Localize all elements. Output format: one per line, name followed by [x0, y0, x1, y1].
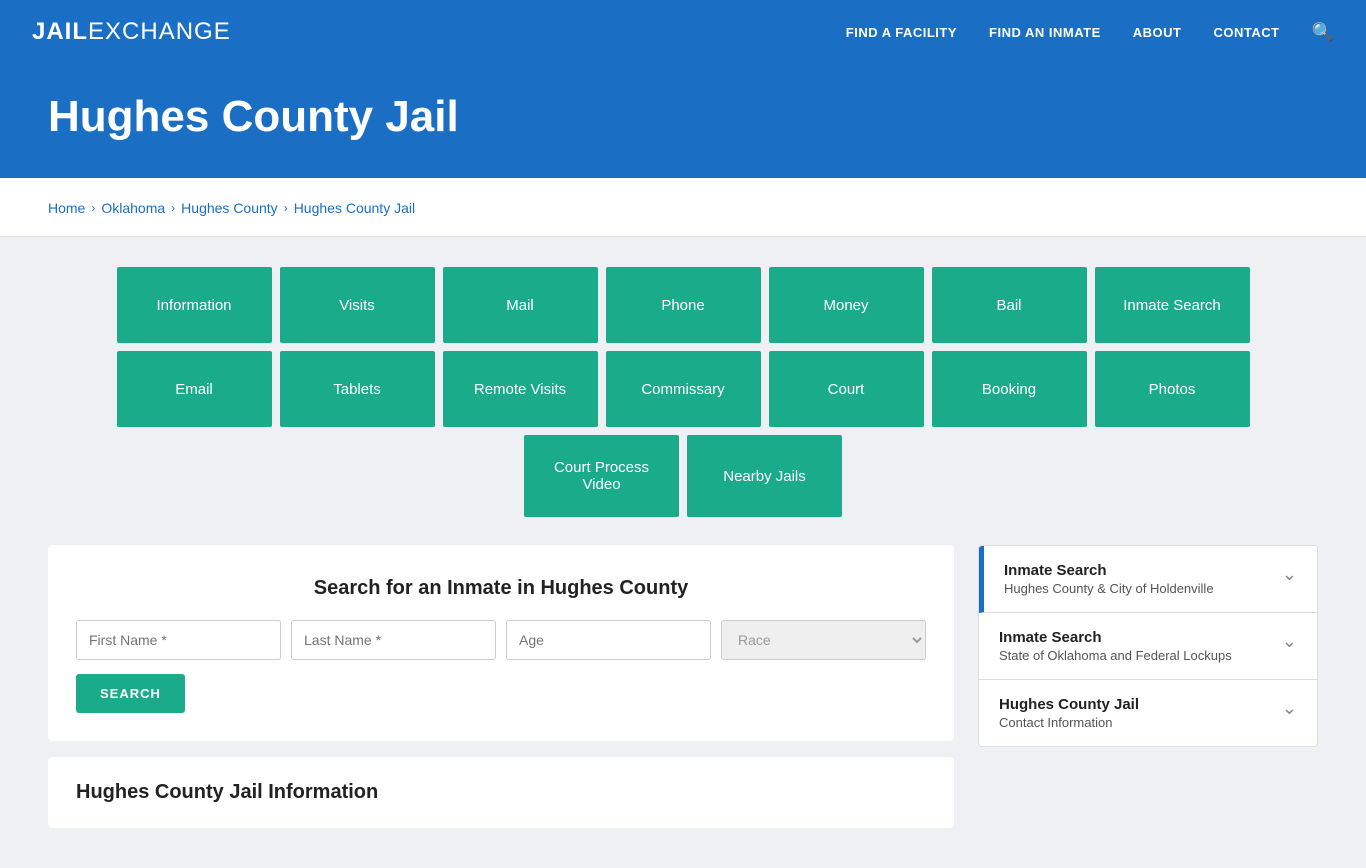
- sidebar-item-title-2: Inmate Search: [999, 629, 1232, 646]
- nav-contact[interactable]: CONTACT: [1213, 25, 1279, 40]
- race-select[interactable]: Race White Black Hispanic Asian Other: [721, 620, 926, 660]
- breadcrumb-hughes-county-jail[interactable]: Hughes County Jail: [294, 200, 415, 216]
- tile-photos[interactable]: Photos: [1095, 351, 1250, 427]
- nav-find-facility[interactable]: FIND A FACILITY: [846, 25, 957, 40]
- breadcrumb-home[interactable]: Home: [48, 200, 85, 216]
- nav-about[interactable]: ABOUT: [1133, 25, 1182, 40]
- nav-find-inmate[interactable]: FIND AN INMATE: [989, 25, 1101, 40]
- breadcrumb-sep-3: ›: [284, 201, 288, 215]
- tile-bail[interactable]: Bail: [932, 267, 1087, 343]
- tile-money[interactable]: Money: [769, 267, 924, 343]
- tile-information[interactable]: Information: [117, 267, 272, 343]
- sidebar-item-text-3: Hughes County Jail Contact Information: [999, 696, 1139, 730]
- tile-nearby-jails[interactable]: Nearby Jails: [687, 435, 842, 517]
- first-name-input[interactable]: [76, 620, 281, 660]
- breadcrumb: Home › Oklahoma › Hughes County › Hughes…: [48, 200, 1318, 216]
- site-logo[interactable]: JAIL EXCHANGE: [32, 18, 231, 46]
- tile-inmate-search[interactable]: Inmate Search: [1095, 267, 1250, 343]
- tile-tablets[interactable]: Tablets: [280, 351, 435, 427]
- sidebar-item-text-2: Inmate Search State of Oklahoma and Fede…: [999, 629, 1232, 663]
- tile-email[interactable]: Email: [117, 351, 272, 427]
- age-input[interactable]: [506, 620, 711, 660]
- tile-mail[interactable]: Mail: [443, 267, 598, 343]
- logo-jail: JAIL: [32, 18, 88, 46]
- inmate-search-title: Search for an Inmate in Hughes County: [76, 577, 926, 600]
- tile-visits[interactable]: Visits: [280, 267, 435, 343]
- page-title: Hughes County Jail: [48, 92, 1318, 142]
- sidebar: Inmate Search Hughes County & City of Ho…: [978, 545, 1318, 747]
- breadcrumb-oklahoma[interactable]: Oklahoma: [101, 200, 165, 216]
- navbar: JAIL EXCHANGE FIND A FACILITY FIND AN IN…: [0, 0, 1366, 64]
- nav-links: FIND A FACILITY FIND AN INMATE ABOUT CON…: [846, 22, 1334, 43]
- chevron-down-icon-1: ⌄: [1282, 564, 1297, 585]
- search-fields: Race White Black Hispanic Asian Other: [76, 620, 926, 660]
- sidebar-item-sub-2: State of Oklahoma and Federal Lockups: [999, 648, 1232, 663]
- logo-exchange: EXCHANGE: [88, 18, 231, 46]
- tile-commissary[interactable]: Commissary: [606, 351, 761, 427]
- tile-remote-visits[interactable]: Remote Visits: [443, 351, 598, 427]
- search-icon[interactable]: 🔍: [1312, 22, 1334, 43]
- sidebar-item-title-1: Inmate Search: [1004, 562, 1214, 579]
- last-name-input[interactable]: [291, 620, 496, 660]
- tile-phone[interactable]: Phone: [606, 267, 761, 343]
- tiles-row-2: Email Tablets Remote Visits Commissary C…: [117, 351, 1250, 427]
- hero-section: Hughes County Jail: [0, 64, 1366, 178]
- content-grid: Search for an Inmate in Hughes County Ra…: [48, 545, 1318, 828]
- info-section-title: Hughes County Jail Information: [76, 781, 926, 804]
- tiles-row-3: Court Process Video Nearby Jails: [524, 435, 842, 517]
- breadcrumb-sep-2: ›: [171, 201, 175, 215]
- tile-court-process-video[interactable]: Court Process Video: [524, 435, 679, 517]
- left-column: Search for an Inmate in Hughes County Ra…: [48, 545, 954, 828]
- tiles-row-1: Information Visits Mail Phone Money Bail…: [117, 267, 1250, 343]
- sidebar-item-contact-info[interactable]: Hughes County Jail Contact Information ⌄: [979, 680, 1317, 746]
- sidebar-item-text-1: Inmate Search Hughes County & City of Ho…: [1004, 562, 1214, 596]
- chevron-down-icon-3: ⌄: [1282, 698, 1297, 719]
- sidebar-item-sub-1: Hughes County & City of Holdenville: [1004, 581, 1214, 596]
- tile-booking[interactable]: Booking: [932, 351, 1087, 427]
- search-button[interactable]: SEARCH: [76, 674, 185, 713]
- sidebar-item-title-3: Hughes County Jail: [999, 696, 1139, 713]
- sidebar-item-sub-3: Contact Information: [999, 715, 1139, 730]
- sidebar-item-inmate-search-state[interactable]: Inmate Search State of Oklahoma and Fede…: [979, 613, 1317, 680]
- breadcrumb-hughes-county[interactable]: Hughes County: [181, 200, 278, 216]
- sidebar-item-inmate-search-county[interactable]: Inmate Search Hughes County & City of Ho…: [979, 546, 1317, 613]
- breadcrumb-bar: Home › Oklahoma › Hughes County › Hughes…: [0, 184, 1366, 237]
- tiles-container: Information Visits Mail Phone Money Bail…: [48, 267, 1318, 517]
- chevron-down-icon-2: ⌄: [1282, 631, 1297, 652]
- breadcrumb-sep-1: ›: [91, 201, 95, 215]
- main-area: Information Visits Mail Phone Money Bail…: [0, 237, 1366, 868]
- tile-court[interactable]: Court: [769, 351, 924, 427]
- inmate-search-card: Search for an Inmate in Hughes County Ra…: [48, 545, 954, 741]
